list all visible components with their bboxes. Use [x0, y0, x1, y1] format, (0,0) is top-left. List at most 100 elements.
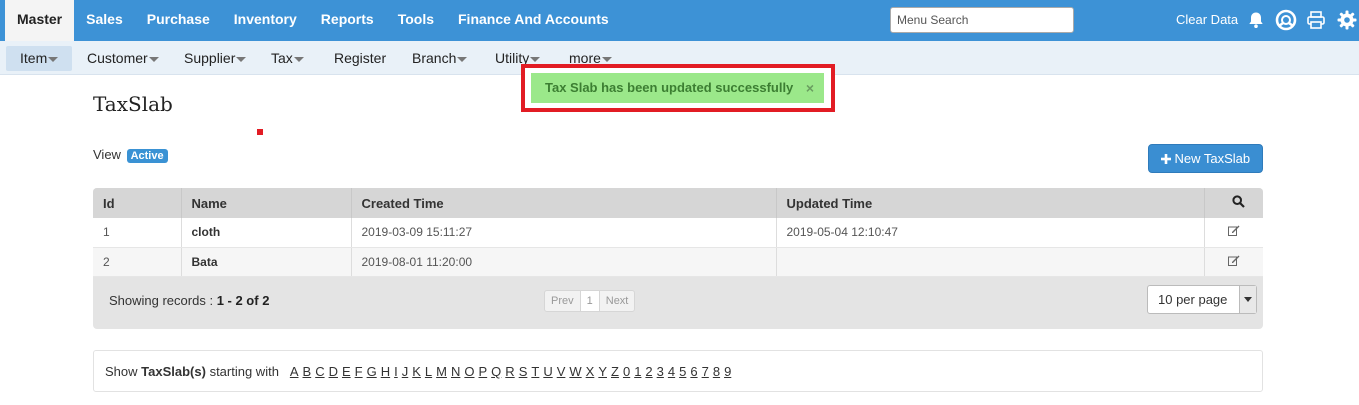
alphabet-letter-h[interactable]: H	[381, 364, 390, 379]
gear-icon[interactable]	[1336, 9, 1358, 31]
alphabet-letter-y[interactable]: Y	[598, 364, 607, 379]
per-page-select[interactable]: 10 per page	[1147, 285, 1257, 314]
alphabet-letter-n[interactable]: N	[451, 364, 460, 379]
alphabet-letter-q[interactable]: Q	[491, 364, 501, 379]
alphabet-letter-k[interactable]: K	[412, 364, 421, 379]
chevron-down-icon	[293, 56, 304, 62]
alphabet-letter-b[interactable]: B	[303, 364, 312, 379]
chevron-down-icon[interactable]	[1239, 286, 1256, 313]
alphabet-letter-g[interactable]: G	[367, 364, 377, 379]
alphabet-letter-7[interactable]: 7	[702, 364, 709, 379]
alphabet-letter-a[interactable]: A	[290, 364, 299, 379]
subnav-item[interactable]: Item	[6, 46, 73, 71]
next-button[interactable]: Next	[600, 291, 635, 311]
alphabet-letter-u[interactable]: U	[543, 364, 552, 379]
alphabet-letter-s[interactable]: S	[519, 364, 528, 379]
alphabet-letter-5[interactable]: 5	[679, 364, 686, 379]
plus-icon	[1160, 154, 1171, 164]
menu-finance-and-accounts[interactable]: Finance And Accounts	[446, 0, 621, 41]
new-taxslab-button[interactable]: New TaxSlab	[1148, 144, 1263, 173]
subnav-branch-label: Branch	[412, 50, 457, 66]
column-header-name[interactable]: Name	[181, 188, 352, 218]
subnav-register-label: Register	[334, 50, 387, 66]
page-number[interactable]: 1	[580, 291, 600, 311]
success-toast: Tax Slab has been updated successfully ×	[531, 73, 824, 103]
page-title: TaxSlab	[93, 92, 173, 116]
cell-updated: 2019-05-04 12:10:47	[776, 218, 1205, 248]
menu-purchase[interactable]: Purchase	[135, 0, 222, 41]
edit-icon[interactable]	[1204, 218, 1263, 248]
column-header-updated-time[interactable]: Updated Time	[776, 188, 1205, 218]
alphabet-letter-j[interactable]: J	[402, 364, 409, 379]
top-navbar: Master Sales Purchase Inventory Reports …	[0, 0, 1359, 41]
alphabet-letter-f[interactable]: F	[355, 364, 363, 379]
showing-label: Showing records :	[109, 293, 214, 308]
subnav-register[interactable]: Register	[320, 46, 400, 71]
alphabet-letter-w[interactable]: W	[569, 364, 581, 379]
alphabet-letter-8[interactable]: 8	[713, 364, 720, 379]
alphabet-letter-e[interactable]: E	[342, 364, 351, 379]
alphabet-letter-m[interactable]: M	[436, 364, 447, 379]
alphabet-letter-d[interactable]: D	[329, 364, 338, 379]
subnav-customer[interactable]: Customer	[73, 46, 173, 71]
subnav-item-label: Item	[20, 50, 48, 66]
alphabet-letter-r[interactable]: R	[505, 364, 514, 379]
printer-icon[interactable]	[1305, 9, 1327, 31]
records-range: 1 - 2 of 2	[216, 293, 270, 308]
menu-master[interactable]: Master	[5, 0, 75, 41]
bell-icon[interactable]	[1245, 9, 1267, 31]
alphabet-letter-v[interactable]: V	[557, 364, 566, 379]
column-header-created-time[interactable]: Created Time	[351, 188, 777, 218]
alphabet-filter-label: Show TaxSlab(s) starting with	[105, 364, 279, 379]
alphabet-letter-c[interactable]: C	[315, 364, 324, 379]
table-row[interactable]: 2 Bata 2019-08-01 11:20:00	[93, 247, 1263, 277]
menu-tools[interactable]: Tools	[386, 0, 446, 41]
subnav-tax-label: Tax	[271, 50, 293, 66]
cell-id: 1	[93, 218, 182, 248]
subnav-tax[interactable]: Tax	[257, 46, 318, 71]
alphabet-letter-x[interactable]: X	[586, 364, 595, 379]
status-badge[interactable]: Active	[126, 149, 168, 163]
subnav-branch[interactable]: Branch	[398, 46, 481, 71]
edit-icon[interactable]	[1204, 247, 1263, 277]
alphabet-filter: Show TaxSlab(s) starting with ABCDEFGHIJ…	[93, 350, 1263, 392]
alphabet-letter-9[interactable]: 9	[724, 364, 731, 379]
support-headset-icon[interactable]	[1275, 9, 1297, 31]
column-header-id[interactable]: Id	[93, 188, 182, 218]
search-icon[interactable]	[1204, 188, 1263, 218]
alphabet-letter-3[interactable]: 3	[657, 364, 664, 379]
menu-sales[interactable]: Sales	[74, 0, 135, 41]
taxslab-table: Id Name Created Time Updated Time 1 clot…	[93, 188, 1263, 277]
new-button-label: New TaxSlab	[1174, 151, 1251, 166]
prev-button[interactable]: Prev	[545, 291, 581, 311]
chevron-down-icon	[236, 56, 247, 62]
close-icon[interactable]: ×	[806, 73, 814, 103]
alphabet-letter-t[interactable]: T	[531, 364, 539, 379]
alphabet-letter-z[interactable]: Z	[611, 364, 619, 379]
alphabet-letter-o[interactable]: O	[464, 364, 474, 379]
alphabet-letter-6[interactable]: 6	[690, 364, 697, 379]
records-summary: Showing records : 1 - 2 of 2	[109, 293, 269, 308]
subnav-customer-label: Customer	[87, 50, 148, 66]
chevron-down-icon	[48, 56, 59, 62]
subnav-supplier-label: Supplier	[184, 50, 236, 66]
menu-reports[interactable]: Reports	[309, 0, 386, 41]
taxslab-grid: Id Name Created Time Updated Time 1 clot…	[93, 188, 1263, 329]
alphabet-letter-i[interactable]: I	[394, 364, 398, 379]
chevron-down-icon	[601, 56, 612, 62]
toast-highlight-frame: Tax Slab has been updated successfully ×	[521, 64, 835, 112]
menu-search-input[interactable]	[890, 7, 1074, 33]
subnav-supplier[interactable]: Supplier	[170, 46, 260, 71]
alphabet-letter-l[interactable]: L	[425, 364, 432, 379]
alphabet-letter-0[interactable]: 0	[623, 364, 630, 379]
alphabet-letter-4[interactable]: 4	[668, 364, 675, 379]
menu-inventory[interactable]: Inventory	[222, 0, 309, 41]
alphabet-letter-p[interactable]: P	[479, 364, 488, 379]
clear-data-link[interactable]: Clear Data	[1176, 12, 1238, 27]
view-label: View	[93, 147, 121, 162]
table-row[interactable]: 1 cloth 2019-03-09 15:11:27 2019-05-04 1…	[93, 218, 1263, 248]
main-menu: Master Sales Purchase Inventory Reports …	[5, 0, 621, 41]
cell-updated	[776, 247, 1205, 277]
alphabet-letter-2[interactable]: 2	[645, 364, 652, 379]
alphabet-letter-1[interactable]: 1	[634, 364, 641, 379]
